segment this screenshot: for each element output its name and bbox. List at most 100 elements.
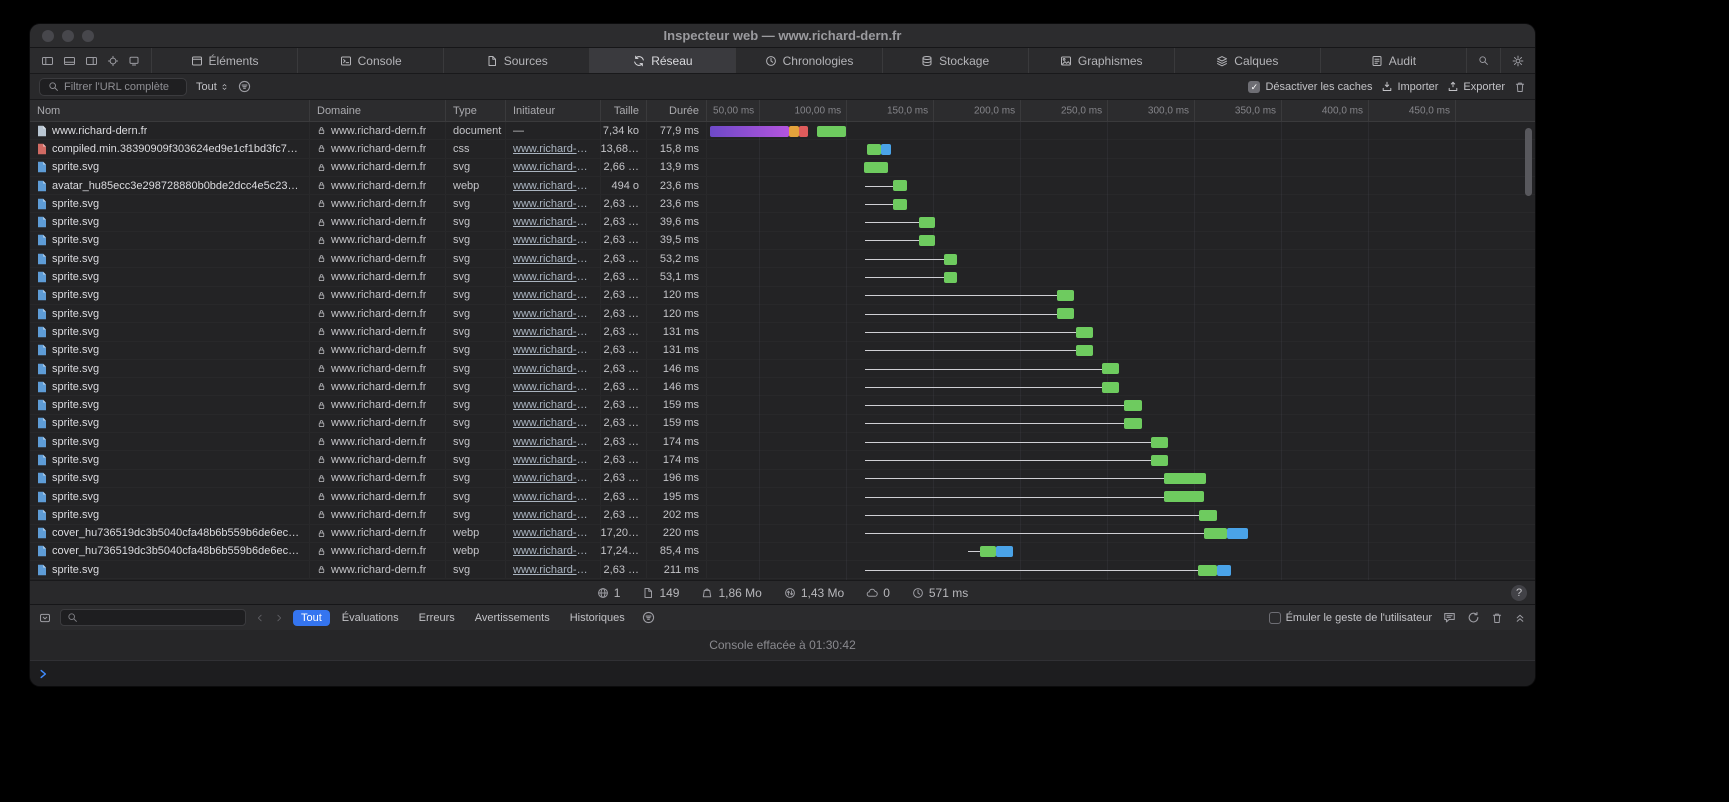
initiator-link[interactable]: www.richard-d… (513, 253, 593, 265)
table-row[interactable]: sprite.svgwww.richard-dern.frsvgwww.rich… (30, 396, 1535, 414)
table-row[interactable]: sprite.svgwww.richard-dern.frsvgwww.rich… (30, 287, 1535, 305)
tab-timelines[interactable]: Chronologies (736, 48, 882, 73)
zoom-button[interactable] (82, 30, 94, 42)
clear-console-button[interactable] (1491, 612, 1503, 624)
initiator-link[interactable]: www.richard-d… (513, 436, 593, 448)
initiator-link[interactable]: www.richard-d… (513, 161, 593, 173)
table-row[interactable]: sprite.svgwww.richard-dern.frsvgwww.rich… (30, 415, 1535, 433)
table-row[interactable]: sprite.svgwww.richard-dern.frsvgwww.rich… (30, 268, 1535, 286)
initiator-link[interactable]: www.richard-d… (513, 545, 593, 557)
clear-network-button[interactable] (1514, 81, 1526, 93)
initiator-link[interactable]: www.richard-d… (513, 509, 593, 521)
table-row[interactable]: www.richard-dern.frwww.richard-dern.frdo… (30, 122, 1535, 140)
table-row[interactable]: sprite.svgwww.richard-dern.frsvgwww.rich… (30, 195, 1535, 213)
initiator-link[interactable]: www.richard-d… (513, 344, 593, 356)
initiator-link[interactable]: www.richard-d… (513, 417, 593, 429)
initiator-link[interactable]: www.richard-d… (513, 180, 593, 192)
console-scope-button[interactable] (39, 612, 51, 624)
initiator-link[interactable]: www.richard-d… (513, 399, 593, 411)
table-row[interactable]: sprite.svgwww.richard-dern.frsvgwww.rich… (30, 250, 1535, 268)
console-tab-historiques[interactable]: Historiques (562, 610, 633, 626)
column-header-initiateur[interactable]: Initiateur (506, 100, 601, 121)
table-row[interactable]: sprite.svgwww.richard-dern.frsvgwww.rich… (30, 323, 1535, 341)
vertical-scrollbar[interactable] (1525, 124, 1533, 578)
table-row[interactable]: sprite.svgwww.richard-dern.frsvgwww.rich… (30, 378, 1535, 396)
minimize-button[interactable] (62, 30, 74, 42)
table-row[interactable]: compiled.min.38390909f303624ed9e1cf1bd3f… (30, 140, 1535, 158)
tab-audit[interactable]: Audit (1321, 48, 1467, 73)
tab-elements[interactable]: Éléments (152, 48, 298, 73)
close-button[interactable] (42, 30, 54, 42)
disable-caches-checkbox[interactable]: ✓ Désactiver les caches (1248, 81, 1372, 93)
toggle-right-sidebar-icon[interactable] (85, 55, 98, 67)
table-row[interactable]: cover_hu736519dc3b5040cfa48b6b559b6de6ec… (30, 525, 1535, 543)
table-row[interactable]: sprite.svgwww.richard-dern.frsvgwww.rich… (30, 232, 1535, 250)
initiator-link[interactable]: www.richard-d… (513, 381, 593, 393)
initiator-link[interactable]: www.richard-d… (513, 527, 593, 539)
column-header-taille[interactable]: Taille (601, 100, 647, 121)
initiator-link[interactable]: www.richard-d… (513, 289, 593, 301)
export-button[interactable]: Exporter (1447, 81, 1505, 93)
column-header-duree[interactable]: Durée (647, 100, 707, 121)
tab-sources[interactable]: Sources (444, 48, 590, 73)
tab-console[interactable]: Console (298, 48, 444, 73)
initiator-link[interactable]: www.richard-d… (513, 234, 593, 246)
tab-graphics[interactable]: Graphismes (1029, 48, 1175, 73)
console-tab-avertissements[interactable]: Avertissements (467, 610, 558, 626)
initiator-link[interactable]: www.richard-d… (513, 564, 593, 576)
column-header-type[interactable]: Type (446, 100, 506, 121)
table-row[interactable]: sprite.svgwww.richard-dern.frsvgwww.rich… (30, 470, 1535, 488)
column-header-nom[interactable]: Nom (30, 100, 310, 121)
table-row[interactable]: sprite.svgwww.richard-dern.frsvgwww.rich… (30, 561, 1535, 579)
initiator-link[interactable]: www.richard-d… (513, 363, 593, 375)
filter-options-button[interactable] (238, 80, 251, 93)
initiator-link[interactable]: www.richard-d… (513, 454, 593, 466)
initiator-link[interactable]: www.richard-d… (513, 198, 593, 210)
table-row[interactable]: sprite.svgwww.richard-dern.frsvgwww.rich… (30, 433, 1535, 451)
device-settings-icon[interactable] (128, 55, 140, 67)
collapse-console-button[interactable] (1514, 611, 1526, 624)
toggle-left-sidebar-icon[interactable] (41, 55, 54, 67)
import-button[interactable]: Importer (1381, 81, 1438, 93)
nav-back-button[interactable] (255, 612, 265, 624)
console-prompt-input[interactable] (30, 661, 1535, 686)
tab-layers[interactable]: Calques (1175, 48, 1321, 73)
element-picker-icon[interactable] (107, 55, 119, 67)
nav-forward-button[interactable] (274, 612, 284, 624)
toolbar-settings-button[interactable] (1501, 48, 1535, 73)
column-header-domaine[interactable]: Domaine (310, 100, 446, 121)
initiator-link[interactable]: www.richard-d… (513, 491, 593, 503)
table-row[interactable]: avatar_hu85ecc3e298728880b0bde2dcc4e5c23… (30, 177, 1535, 195)
console-filter-options-button[interactable] (642, 611, 655, 624)
table-row[interactable]: cover_hu736519dc3b5040cfa48b6b559b6de6ec… (30, 543, 1535, 561)
tab-storage[interactable]: Stockage (883, 48, 1029, 73)
console-search-input[interactable] (60, 609, 246, 626)
table-row[interactable]: sprite.svgwww.richard-dern.frsvgwww.rich… (30, 213, 1535, 231)
console-tab-erreurs[interactable]: Erreurs (411, 610, 463, 626)
table-row[interactable]: sprite.svgwww.richard-dern.frsvgwww.rich… (30, 506, 1535, 524)
table-row[interactable]: sprite.svgwww.richard-dern.frsvgwww.rich… (30, 159, 1535, 177)
table-row[interactable]: sprite.svgwww.richard-dern.frsvgwww.rich… (30, 451, 1535, 469)
emulate-user-gesture-checkbox[interactable]: Émuler le geste de l'utilisateur (1269, 612, 1432, 624)
tab-network[interactable]: Réseau (590, 48, 736, 73)
toggle-bottom-panel-icon[interactable] (63, 55, 76, 67)
table-row[interactable]: sprite.svgwww.richard-dern.frsvgwww.rich… (30, 342, 1535, 360)
initiator-link[interactable]: www.richard-d… (513, 326, 593, 338)
initiator-link[interactable]: www.richard-d… (513, 271, 593, 283)
scrollbar-thumb[interactable] (1525, 128, 1532, 196)
url-filter-input[interactable]: Filtrer l'URL complète (39, 78, 187, 96)
type-filter-dropdown[interactable]: Tout (196, 81, 229, 93)
console-tab-valuations[interactable]: Évaluations (334, 610, 407, 626)
console-reload-button[interactable] (1467, 611, 1480, 624)
toolbar-search-button[interactable] (1467, 48, 1501, 73)
console-messages-button[interactable] (1443, 611, 1456, 624)
help-button[interactable]: ? (1511, 585, 1527, 601)
table-row[interactable]: sprite.svgwww.richard-dern.frsvgwww.rich… (30, 305, 1535, 323)
console-tab-tout[interactable]: Tout (293, 610, 330, 626)
initiator-link[interactable]: www.richard-d… (513, 143, 593, 155)
initiator-link[interactable]: www.richard-d… (513, 216, 593, 228)
initiator-link[interactable]: www.richard-d… (513, 472, 593, 484)
initiator-link[interactable]: www.richard-d… (513, 308, 593, 320)
table-row[interactable]: sprite.svgwww.richard-dern.frsvgwww.rich… (30, 488, 1535, 506)
table-row[interactable]: sprite.svgwww.richard-dern.frsvgwww.rich… (30, 360, 1535, 378)
